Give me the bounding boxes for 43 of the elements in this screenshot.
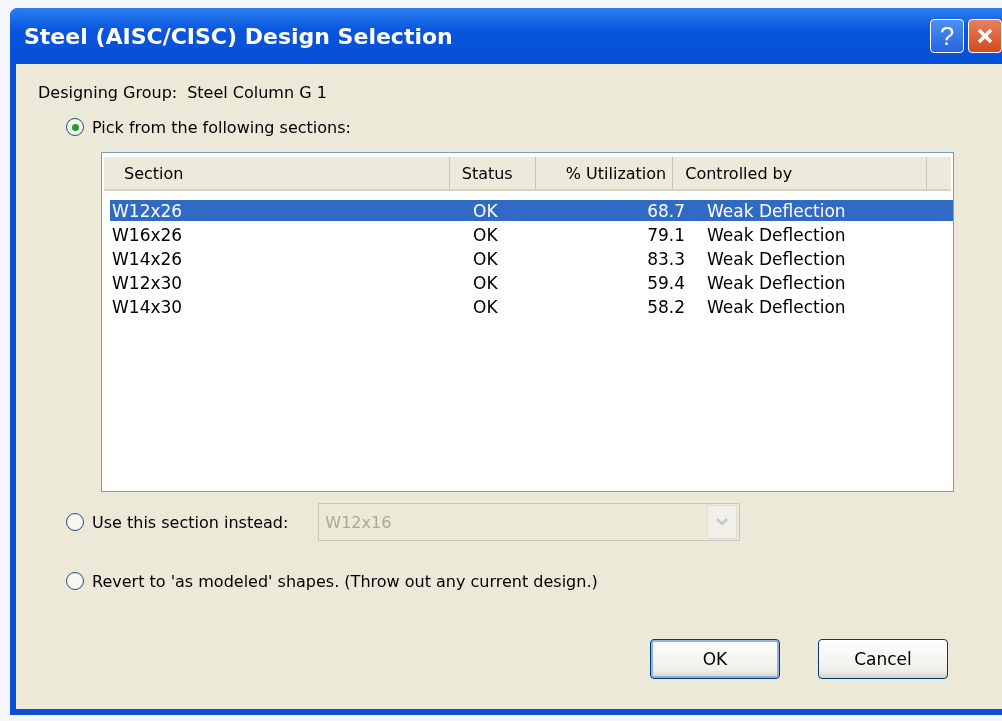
dialog-button[interactable]: OK	[650, 639, 780, 679]
option-label[interactable]: Pick from the following sections:	[92, 117, 351, 137]
table-cell-text: W14x26	[111, 248, 184, 269]
table-row[interactable]: W12x26 OK 68.7 Weak Deflection	[110, 200, 953, 221]
table-cell-text: OK	[472, 272, 499, 293]
table-cell-text: OK	[472, 200, 499, 221]
table-cell-text: W14x30	[111, 296, 184, 317]
table-cell-text: W12x26	[111, 200, 184, 221]
column-header[interactable]: % Utilization	[535, 157, 674, 189]
close-button[interactable]	[968, 19, 1002, 53]
table-cell-text: Weak Deflection	[706, 200, 847, 221]
table-row[interactable]: W14x30 OK 58.2 Weak Deflection	[110, 296, 953, 317]
help-button[interactable]: ?	[930, 19, 964, 53]
table-cell-text: Weak Deflection	[706, 224, 847, 245]
chevron-icon	[715, 517, 730, 527]
radio-button[interactable]	[66, 118, 84, 136]
column-header[interactable]: Status	[449, 157, 536, 189]
group-label: Designing Group:	[38, 82, 178, 102]
group-value: Steel Column G 1	[187, 82, 327, 102]
table-cell-text: OK	[472, 296, 499, 317]
option-label[interactable]: Use this section instead:	[92, 512, 289, 532]
table-row[interactable]: W16x26 OK 79.1 Weak Deflection	[110, 224, 953, 245]
option-label[interactable]: Revert to 'as modeled' shapes. (Throw out any current design.)	[92, 571, 598, 591]
table-row[interactable]: W14x26 OK 83.3 Weak Deflection	[110, 248, 953, 269]
table-cell-text: W16x26	[111, 224, 184, 245]
table-cell-text: Weak Deflection	[706, 296, 847, 317]
radio-button[interactable]	[66, 513, 84, 531]
table-cell-text: Weak Deflection	[706, 248, 847, 269]
radio-button[interactable]	[66, 572, 84, 590]
column-header[interactable]: Section	[104, 157, 450, 189]
dialog-button[interactable]: Cancel	[818, 639, 948, 679]
column-header[interactable]: Controlled by	[673, 157, 927, 189]
window-title: Steel (AISC/CISC) Design Selection	[24, 23, 453, 49]
table-cell-text: OK	[472, 224, 499, 245]
table-row[interactable]: W12x30 OK 59.4 Weak Deflection	[110, 272, 953, 293]
table-cell-text: Weak Deflection	[706, 272, 847, 293]
table-cell-text: W12x30	[111, 272, 184, 293]
table-cell-text: OK	[472, 248, 499, 269]
table-cell-text: 58.2	[646, 296, 686, 317]
table-cell-text: 79.1	[646, 224, 686, 245]
table-cell-text: 59.4	[646, 272, 686, 293]
table-cell-text: 83.3	[646, 248, 686, 269]
table-cell-text: 68.7	[646, 200, 686, 221]
